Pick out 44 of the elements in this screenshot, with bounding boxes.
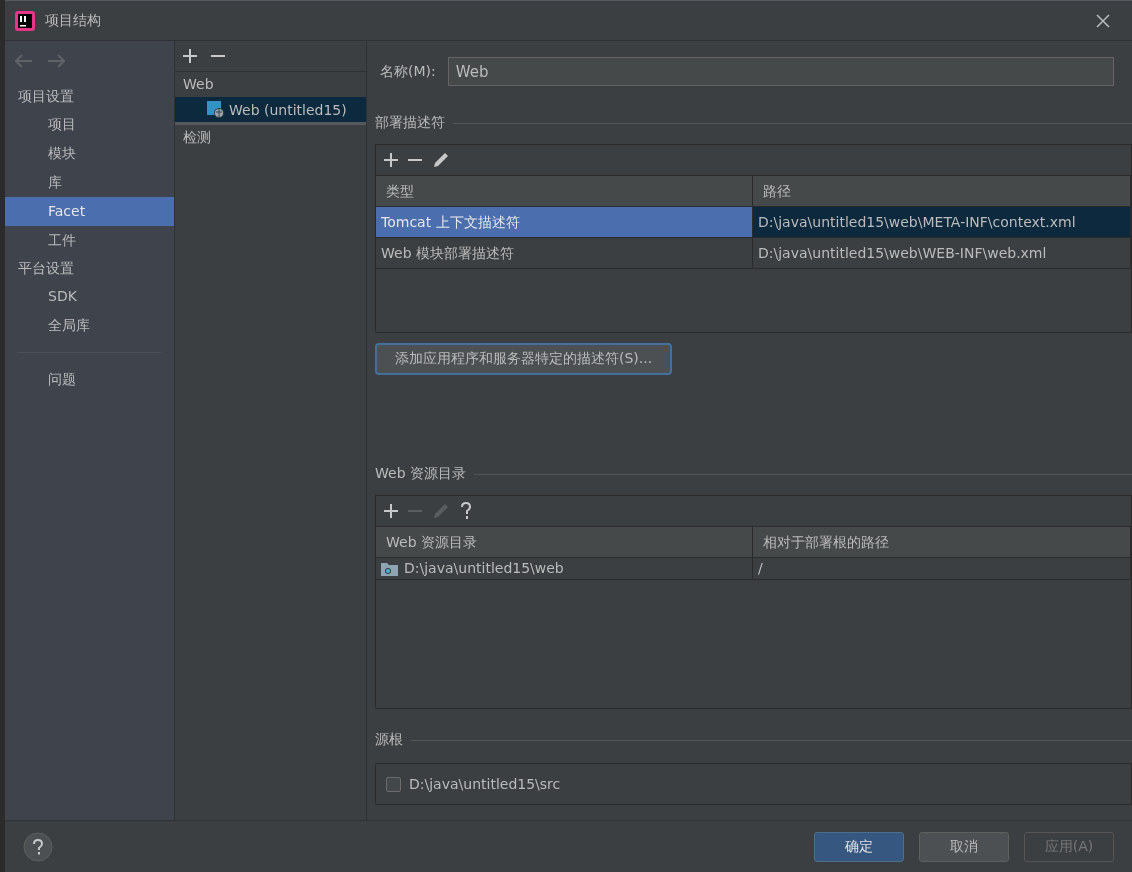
help-icon[interactable] <box>460 502 472 520</box>
sidebar-item[interactable]: Facet <box>5 197 174 226</box>
name-field[interactable]: Web <box>447 57 1114 86</box>
table-cell: D:\java\untitled15\web <box>376 558 753 579</box>
dialog-button[interactable]: 确定 <box>814 831 904 862</box>
sidebar-item[interactable]: 问题 <box>5 365 174 394</box>
folder-icon <box>381 561 398 576</box>
pencil-icon[interactable] <box>432 151 450 169</box>
section-title: Web 资源目录 <box>375 465 466 483</box>
add-icon[interactable] <box>384 153 398 167</box>
app-logo-icon <box>15 10 35 31</box>
tree-item[interactable]: 检测 <box>175 125 366 150</box>
add-icon[interactable] <box>183 49 197 63</box>
sidebar-item[interactable]: SDK <box>5 282 174 311</box>
checkbox-label: D:\java\untitled15\src <box>409 776 561 792</box>
table-cell: D:\java\untitled15\web\WEB-INF\web.xml <box>753 238 1131 268</box>
sidebar-item[interactable]: 全局库 <box>5 311 174 340</box>
section-title: 源根 <box>375 731 403 749</box>
sidebar-item[interactable]: 模块 <box>5 139 174 168</box>
sidebar-heading: 平台设置 <box>17 259 75 278</box>
column-header[interactable]: 类型 <box>376 176 753 206</box>
column-header[interactable]: 路径 <box>753 176 1131 206</box>
column-header[interactable]: 相对于部署根的路径 <box>753 527 1131 557</box>
section-title: 部署描述符 <box>375 114 445 132</box>
sidebar-item[interactable]: 工件 <box>5 226 174 255</box>
table-cell: / <box>753 558 1131 579</box>
checkbox[interactable] <box>386 776 401 792</box>
help-icon[interactable] <box>23 831 53 862</box>
web-facet-icon <box>207 101 224 118</box>
window-title: 项目结构 <box>45 11 101 30</box>
field-label: 名称(M): <box>380 62 436 81</box>
table-cell: Web 模块部署描述符 <box>376 238 753 268</box>
sidebar-item[interactable]: 库 <box>5 168 174 197</box>
sidebar-heading: 项目设置 <box>17 87 75 106</box>
column-header[interactable]: Web 资源目录 <box>376 527 753 557</box>
table-cell: Tomcat 上下文描述符 <box>376 207 753 237</box>
table-cell: D:\java\untitled15\web\META-INF\context.xml <box>753 207 1131 237</box>
close-icon[interactable] <box>1096 13 1110 28</box>
tree-item[interactable]: Web (untitled15) <box>175 97 366 125</box>
sidebar-item[interactable]: 项目 <box>5 110 174 139</box>
tree-item[interactable]: Web <box>175 72 366 97</box>
dialog-button[interactable]: 取消 <box>919 831 1009 862</box>
add-descriptor-button[interactable]: 添加应用程序和服务器特定的描述符(S)... <box>375 343 673 375</box>
add-icon[interactable] <box>384 504 398 518</box>
